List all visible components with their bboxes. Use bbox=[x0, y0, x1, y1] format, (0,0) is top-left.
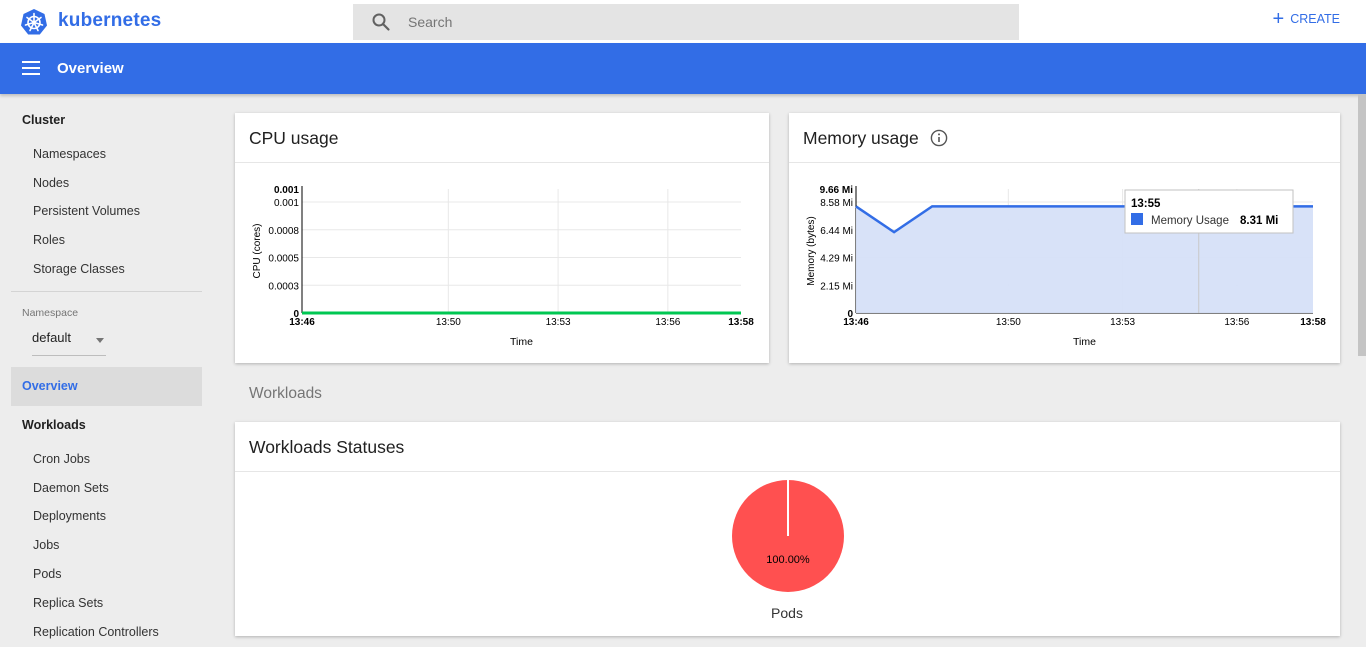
sidebar-item-cron-jobs[interactable]: Cron Jobs bbox=[33, 452, 90, 466]
namespace-select[interactable]: default bbox=[32, 330, 106, 356]
sidebar-item-overview-label: Overview bbox=[22, 379, 78, 393]
sidebar-item-nodes[interactable]: Nodes bbox=[33, 176, 69, 190]
sidebar-item-overview[interactable]: Overview bbox=[11, 367, 202, 406]
cpu-card-title: CPU usage bbox=[249, 128, 339, 148]
scrollbar[interactable] bbox=[1358, 94, 1366, 356]
workloads-section-heading: Workloads bbox=[249, 385, 322, 402]
plus-icon: + bbox=[1272, 8, 1285, 30]
tooltip-time: 13:55 bbox=[1131, 198, 1161, 210]
create-button-label: CREATE bbox=[1290, 12, 1340, 26]
sidebar-item-namespaces[interactable]: Namespaces bbox=[33, 147, 106, 161]
x-tick-label: 13:58 bbox=[728, 317, 754, 328]
memory-usage-chart: 02.15 Mi4.29 Mi6.44 Mi8.58 Mi9.66 Mi13:4… bbox=[806, 185, 1326, 348]
x-tick-label: 13:50 bbox=[996, 317, 1021, 328]
y-axis-label: Memory (bytes) bbox=[806, 216, 817, 285]
y-tick-label: 0.0005 bbox=[268, 254, 299, 265]
y-tick-label: 6.44 Mi bbox=[820, 226, 853, 237]
search-icon bbox=[372, 13, 390, 31]
memory-tooltip: 13:55 Memory Usage 8.31 Mi bbox=[1124, 189, 1294, 234]
sidebar-item-jobs[interactable]: Jobs bbox=[33, 538, 59, 552]
top-bar: kubernetes + CREATE bbox=[0, 0, 1366, 43]
y-tick-label: 0.001 bbox=[274, 198, 299, 209]
y-tick-label: 0.001 bbox=[274, 185, 299, 196]
pie-slice-label: 100.00% bbox=[766, 554, 810, 566]
y-tick-label: 8.58 Mi bbox=[820, 198, 853, 209]
x-axis-label: Time bbox=[1073, 336, 1096, 348]
sidebar-heading-cluster[interactable]: Cluster bbox=[22, 113, 65, 127]
cpu-usage-chart: 00.00030.00050.00080.0010.00113:46 13:50 1… bbox=[252, 185, 754, 348]
search-input[interactable] bbox=[408, 4, 998, 40]
x-tick-label: 13:56 bbox=[1224, 317, 1249, 328]
page-title: Overview bbox=[57, 60, 124, 77]
sidebar-item-deployments[interactable]: Deployments bbox=[33, 509, 106, 523]
search-bar[interactable] bbox=[353, 4, 1019, 40]
tooltip-value: 8.31 Mi bbox=[1240, 215, 1278, 227]
pods-status-chart: 100.00% Pods bbox=[732, 480, 844, 621]
y-tick-label: 0.0008 bbox=[268, 226, 299, 237]
y-tick-label: 0.0003 bbox=[268, 281, 299, 292]
x-tick-label: 13:50 bbox=[436, 317, 461, 328]
menu-icon[interactable] bbox=[22, 61, 40, 75]
sidebar: Cluster Namespaces Nodes Persistent Volu… bbox=[0, 94, 213, 647]
x-tick-label: 13:56 bbox=[655, 317, 680, 328]
sidebar-item-persistent-volumes[interactable]: Persistent Volumes bbox=[33, 204, 140, 218]
info-icon[interactable] bbox=[930, 129, 948, 147]
y-axis-label: CPU (cores) bbox=[252, 223, 263, 278]
memory-card-title: Memory usage bbox=[803, 128, 919, 148]
dropdown-arrow-icon bbox=[96, 338, 104, 343]
namespace-value: default bbox=[32, 330, 72, 345]
sidebar-item-roles[interactable]: Roles bbox=[33, 233, 65, 247]
memory-usage-card: Memory usage 0 2.15 Mi 4.29 Mi 6.44 Mi 8.58 … bbox=[789, 113, 1340, 363]
tooltip-series-name: Memory Usage bbox=[1151, 215, 1229, 227]
tooltip-swatch bbox=[1131, 213, 1143, 225]
brand-name[interactable]: kubernetes bbox=[58, 10, 161, 32]
y-tick-label: 9.66 Mi bbox=[820, 185, 854, 196]
statuses-card-title: Workloads Statuses bbox=[249, 437, 405, 457]
pie-chart-label: Pods bbox=[771, 605, 803, 621]
namespace-label: Namespace bbox=[22, 307, 79, 319]
cpu-usage-card: CPU usage 0 0.0003 0.0005 0.0008 0.001 0.001 1… bbox=[235, 113, 769, 363]
x-axis-label: Time bbox=[510, 336, 533, 348]
x-tick-label: 13:46 bbox=[289, 317, 315, 328]
sidebar-item-replica-sets[interactable]: Replica Sets bbox=[33, 596, 103, 610]
x-tick-label: 13:53 bbox=[546, 317, 571, 328]
sidebar-item-daemon-sets[interactable]: Daemon Sets bbox=[33, 481, 109, 495]
sidebar-item-replication-controllers[interactable]: Replication Controllers bbox=[33, 625, 159, 639]
title-bar: Overview bbox=[0, 43, 1366, 94]
x-tick-label: 13:53 bbox=[1110, 317, 1135, 328]
kubernetes-logo-icon[interactable] bbox=[20, 8, 48, 36]
x-tick-label: 13:46 bbox=[843, 317, 869, 328]
sidebar-item-pods[interactable]: Pods bbox=[33, 567, 62, 581]
sidebar-divider bbox=[11, 291, 202, 292]
sidebar-heading-workloads[interactable]: Workloads bbox=[22, 418, 86, 432]
y-tick-label: 4.29 Mi bbox=[820, 254, 853, 265]
create-button[interactable]: + CREATE bbox=[1272, 8, 1340, 30]
x-tick-label: 13:58 bbox=[1300, 317, 1326, 328]
y-tick-label: 2.15 Mi bbox=[820, 281, 853, 292]
sidebar-item-storage-classes[interactable]: Storage Classes bbox=[33, 262, 125, 276]
workloads-statuses-card: Workloads Statuses 100.00% Pods bbox=[235, 422, 1340, 636]
